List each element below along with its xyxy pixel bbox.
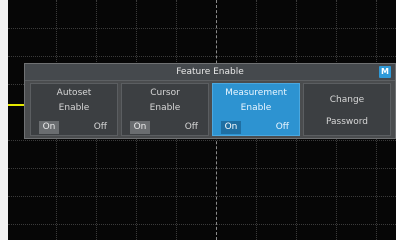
grid-line <box>8 140 396 141</box>
on-toggle[interactable]: On <box>130 121 150 134</box>
change-password-button[interactable]: Change Password <box>303 83 391 136</box>
grid-line <box>8 168 396 169</box>
grid-line <box>8 196 396 197</box>
option-label: Enable <box>240 103 272 113</box>
dialog-header: Feature Enable M <box>25 64 395 81</box>
off-toggle[interactable]: Off <box>276 121 289 134</box>
option-label: Enable <box>149 103 181 113</box>
option-label: Autoset <box>56 88 92 98</box>
cursor-enable-option[interactable]: Cursor Enable On Off <box>121 83 209 136</box>
on-toggle[interactable]: On <box>39 121 59 134</box>
grid-line <box>8 224 396 225</box>
measurement-enable-option[interactable]: Measurement Enable On Off <box>212 83 300 136</box>
option-label: Enable <box>58 103 90 113</box>
option-label: Change <box>329 95 365 105</box>
off-toggle[interactable]: Off <box>94 121 107 134</box>
dialog-title: Feature Enable <box>176 67 244 77</box>
grid-line <box>8 28 396 29</box>
m-badge-icon[interactable]: M <box>379 66 391 78</box>
off-toggle[interactable]: Off <box>185 121 198 134</box>
option-label: Password <box>325 117 369 127</box>
on-toggle[interactable]: On <box>221 121 241 134</box>
option-label: Cursor <box>150 88 180 98</box>
grid-line <box>8 56 396 57</box>
autoset-enable-option[interactable]: Autoset Enable On Off <box>30 83 118 136</box>
option-label: Measurement <box>225 88 287 98</box>
feature-enable-dialog: Feature Enable M Autoset Enable On Off C… <box>24 63 396 139</box>
